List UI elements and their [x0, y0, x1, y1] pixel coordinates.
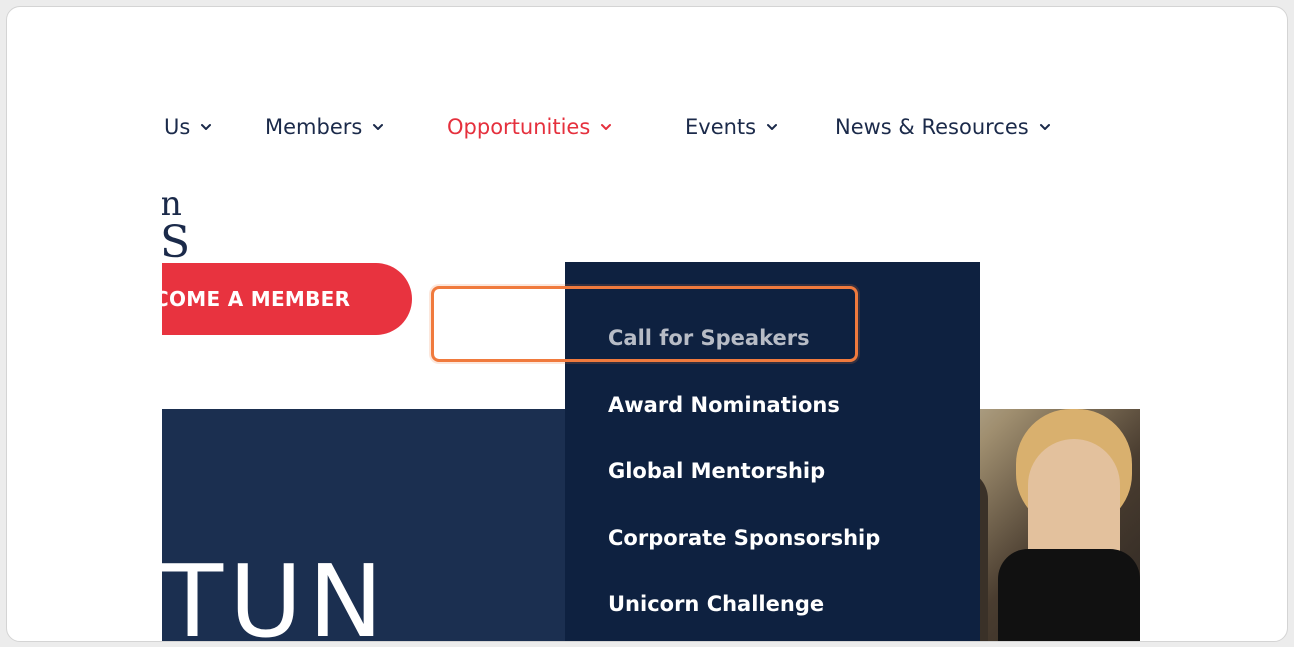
menu-item-unicorn-challenge[interactable]: Unicorn Challenge: [608, 584, 824, 624]
chevron-down-icon: [201, 124, 212, 130]
nav-item-label: Events: [685, 115, 757, 139]
logo-line-1: n: [162, 184, 182, 224]
nav-item-label: Members: [265, 115, 363, 139]
menu-item-call-for-speakers[interactable]: Call for Speakers: [608, 318, 810, 358]
chevron-down-icon: [767, 124, 778, 130]
site-logo[interactable]: n S: [162, 184, 191, 268]
become-member-button[interactable]: COME A MEMBER: [162, 263, 412, 335]
menu-item-corporate-sponsorship[interactable]: Corporate Sponsorship: [608, 518, 880, 558]
nav-item-members[interactable]: Members: [265, 111, 384, 143]
logo-line-2: S: [162, 217, 191, 268]
nav-item-opportunities[interactable]: Opportunities: [447, 111, 612, 143]
nav-item-about-us[interactable]: Us: [164, 111, 212, 143]
nav-item-label: Opportunities: [447, 115, 591, 139]
nav-item-events[interactable]: Events: [685, 111, 778, 143]
hero-heading: TUN: [162, 543, 390, 642]
browser-frame: Us Members Opportunities Events News & R…: [6, 6, 1288, 642]
chevron-down-icon: [601, 124, 612, 130]
chevron-down-icon: [1039, 124, 1050, 130]
nav-item-label: News & Resources: [835, 115, 1029, 139]
nav-item-label: Us: [164, 115, 191, 139]
page-viewport: Us Members Opportunities Events News & R…: [162, 7, 1140, 642]
opportunities-dropdown-menu: Call for Speakers Award Nominations Glob…: [565, 262, 980, 641]
chevron-down-icon: [373, 124, 384, 130]
menu-item-award-nominations[interactable]: Award Nominations: [608, 385, 840, 425]
become-member-label: COME A MEMBER: [162, 287, 351, 311]
menu-item-global-mentorship[interactable]: Global Mentorship: [608, 451, 825, 491]
nav-item-news-resources[interactable]: News & Resources: [835, 111, 1051, 143]
